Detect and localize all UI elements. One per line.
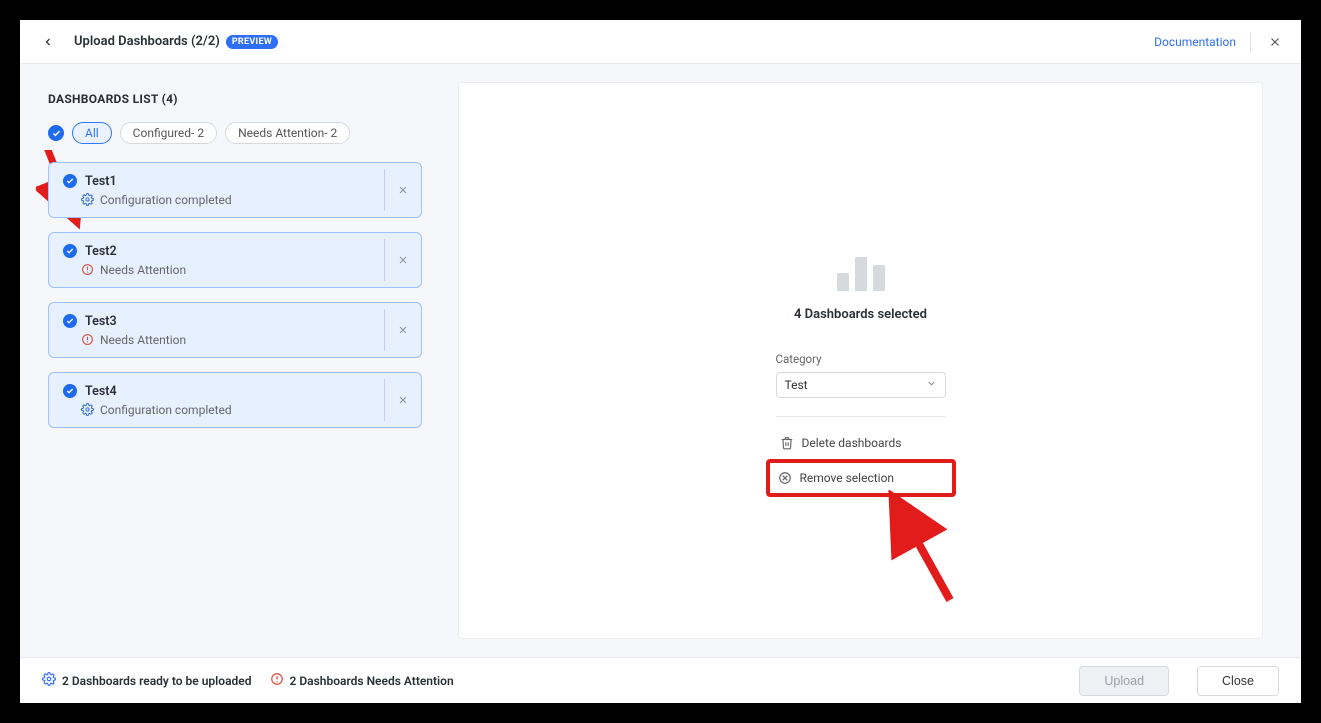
check-icon [63, 314, 77, 328]
check-icon [63, 244, 77, 258]
trash-icon [780, 436, 794, 450]
dashboard-card[interactable]: Test4 Configuration completed [48, 372, 422, 428]
close-icon [397, 254, 409, 266]
upload-button[interactable]: Upload [1079, 666, 1169, 696]
alert-icon [81, 333, 94, 346]
status-needs-attention: 2 Dashboards Needs Attention [270, 672, 454, 689]
category-value: Test [785, 378, 808, 392]
close-button[interactable] [1265, 32, 1285, 52]
detail-panel: 4 Dashboards selected Category Test [458, 82, 1263, 639]
page-title: Upload Dashboards (2/2) [74, 34, 220, 49]
divider [1250, 32, 1251, 52]
body: DASHBOARDS LIST (4) All Configured- 2 Ne… [20, 64, 1301, 657]
chevron-left-icon [42, 36, 54, 48]
header-bar: Upload Dashboards (2/2) PREVIEW Document… [20, 20, 1301, 64]
preview-badge: PREVIEW [226, 35, 278, 49]
remove-card-button[interactable] [385, 184, 421, 196]
category-block: Category Test [776, 352, 946, 398]
dashboard-card[interactable]: Test2 Needs Attention [48, 232, 422, 288]
selection-count: 4 Dashboards selected [794, 307, 927, 322]
category-select[interactable]: Test [776, 372, 946, 398]
remove-card-button[interactable] [385, 324, 421, 336]
alert-icon [81, 263, 94, 276]
gear-icon [42, 672, 56, 689]
status-ready: 2 Dashboards ready to be uploaded [42, 672, 252, 689]
card-title: Test4 [85, 384, 117, 399]
remove-icon [778, 471, 792, 485]
card-status: Configuration completed [100, 193, 232, 207]
card-title: Test2 [85, 244, 117, 259]
card-status: Needs Attention [100, 263, 186, 277]
close-footer-button[interactable]: Close [1197, 666, 1279, 696]
delete-dashboards-action[interactable]: Delete dashboards [776, 429, 946, 457]
remove-label: Remove selection [800, 471, 895, 485]
remove-card-button[interactable] [385, 394, 421, 406]
filter-needs-attention[interactable]: Needs Attention- 2 [225, 122, 350, 144]
list-title: DASHBOARDS LIST (4) [48, 92, 422, 106]
dashboard-card[interactable]: Test3 Needs Attention [48, 302, 422, 358]
footer-bar: 2 Dashboards ready to be uploaded 2 Dash… [20, 657, 1301, 703]
filter-all[interactable]: All [72, 122, 112, 144]
gear-icon [81, 193, 94, 206]
documentation-link[interactable]: Documentation [1154, 35, 1236, 49]
status-needs-text: 2 Dashboards Needs Attention [290, 674, 454, 688]
remove-selection-action[interactable]: Remove selection [770, 467, 907, 489]
check-icon [63, 174, 77, 188]
category-label: Category [776, 352, 946, 366]
bar-chart-icon [837, 253, 885, 291]
check-icon [63, 384, 77, 398]
close-icon [397, 184, 409, 196]
status-ready-text: 2 Dashboards ready to be uploaded [62, 674, 252, 688]
annotation-arrow-2 [880, 490, 980, 610]
filter-row: All Configured- 2 Needs Attention- 2 [48, 122, 422, 144]
close-icon [397, 324, 409, 336]
card-status: Needs Attention [100, 333, 186, 347]
delete-label: Delete dashboards [802, 436, 902, 450]
gear-icon [81, 403, 94, 416]
dashboard-card[interactable]: Test1 Configuration completed [48, 162, 422, 218]
close-icon [1268, 35, 1282, 49]
card-title: Test3 [85, 314, 117, 329]
remove-card-button[interactable] [385, 254, 421, 266]
back-button[interactable] [36, 30, 60, 54]
check-icon [52, 129, 61, 138]
sidebar: DASHBOARDS LIST (4) All Configured- 2 Ne… [20, 64, 440, 657]
card-status: Configuration completed [100, 403, 232, 417]
filter-configured[interactable]: Configured- 2 [120, 122, 217, 144]
main-area: 4 Dashboards selected Category Test [440, 64, 1301, 657]
alert-icon [270, 672, 284, 689]
close-icon [397, 394, 409, 406]
app-window: Upload Dashboards (2/2) PREVIEW Document… [20, 20, 1301, 703]
select-all-checkbox[interactable] [48, 125, 64, 141]
chevron-down-icon [926, 378, 937, 392]
divider [776, 416, 946, 417]
card-title: Test1 [85, 174, 117, 189]
